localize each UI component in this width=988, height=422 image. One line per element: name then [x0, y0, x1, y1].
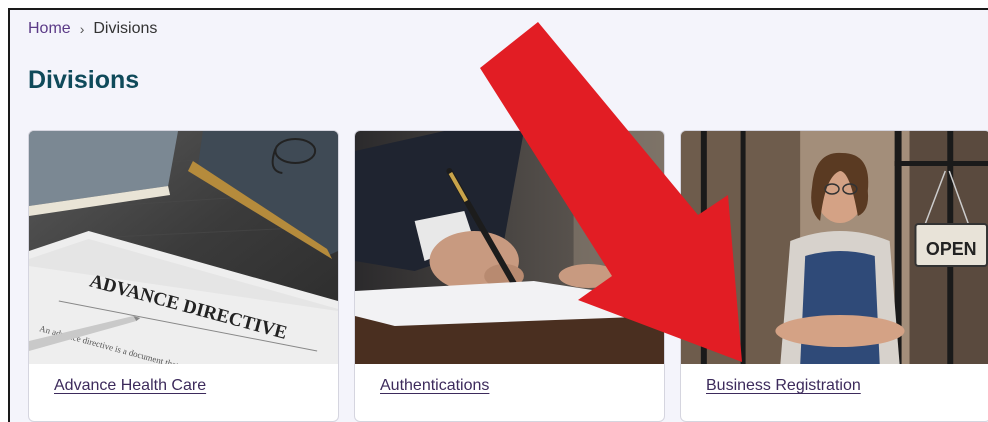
division-card-advance-health-care[interactable]: ADVANCE DIRECTIVE An advance directive i… [28, 130, 339, 422]
division-card-authentications[interactable]: Authentications [354, 130, 665, 422]
card-link-advance-health-care[interactable]: Advance Health Care [54, 377, 206, 395]
page-frame: Home › Divisions Divisions ADVANCE DIREC… [8, 8, 988, 422]
advance-directive-image: ADVANCE DIRECTIVE An advance directive i… [29, 131, 338, 364]
division-card-business-registration[interactable]: OPEN Business Registration [680, 130, 988, 422]
authentications-image [355, 131, 664, 364]
breadcrumb-home-link[interactable]: Home [28, 20, 71, 38]
chevron-right-icon: › [79, 21, 85, 37]
page-title: Divisions [28, 66, 140, 94]
business-registration-image: OPEN [681, 131, 988, 364]
card-link-authentications[interactable]: Authentications [380, 377, 489, 395]
breadcrumb: Home › Divisions [28, 20, 157, 38]
card-link-business-registration[interactable]: Business Registration [706, 377, 861, 395]
open-sign-text: OPEN [926, 239, 977, 259]
breadcrumb-current: Divisions [93, 20, 158, 37]
